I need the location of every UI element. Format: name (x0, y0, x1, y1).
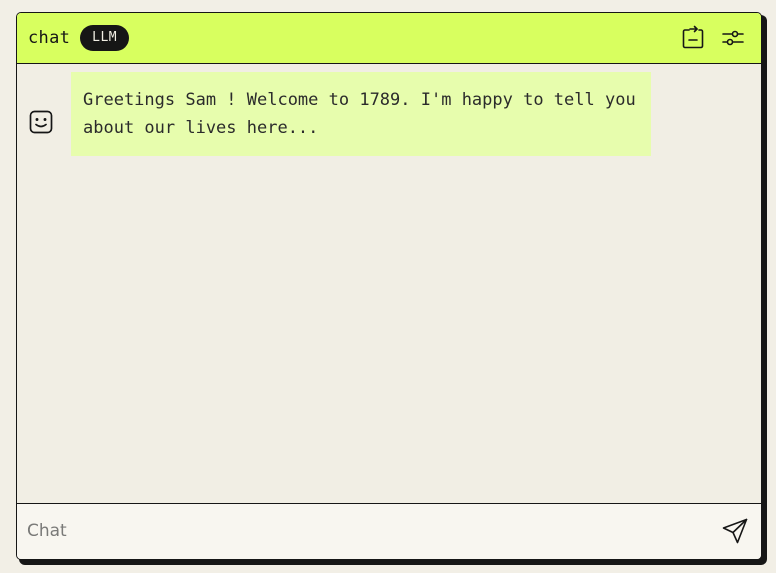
send-icon (722, 518, 748, 544)
chat-header: chat LLM (17, 13, 761, 64)
settings-button[interactable] (719, 24, 747, 52)
chat-input[interactable] (27, 514, 707, 548)
export-button[interactable] (679, 24, 707, 52)
model-badge: LLM (80, 25, 130, 51)
send-button[interactable] (719, 515, 751, 547)
settings-sliders-icon (722, 30, 744, 46)
message-list[interactable]: Greetings Sam ! Welcome to 1789. I'm hap… (17, 64, 761, 505)
assistant-avatar (27, 108, 55, 136)
chat-window: chat LLM Greetings Sam ! Welcome to 1789… (16, 12, 762, 560)
export-icon (682, 25, 704, 49)
header-actions (679, 24, 747, 52)
composer (17, 503, 761, 559)
message-bubble: Greetings Sam ! Welcome to 1789. I'm hap… (71, 72, 651, 156)
chat-title: chat (28, 28, 71, 48)
bot-face-icon (29, 110, 53, 134)
